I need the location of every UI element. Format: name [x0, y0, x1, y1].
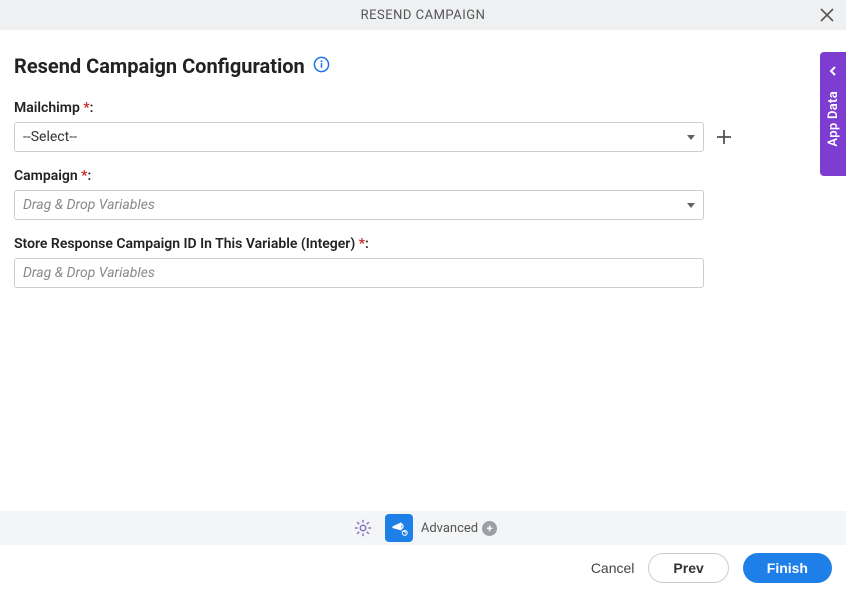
mailchimp-value: --Select-- — [23, 129, 681, 145]
settings-button[interactable] — [349, 514, 377, 542]
main-content: Resend Campaign Configuration Mailchimp … — [0, 30, 846, 288]
required-mark: * — [81, 168, 87, 184]
field-mailchimp: Mailchimp *: --Select-- — [14, 100, 832, 152]
field-campaign: Campaign *: Drag & Drop Variables — [14, 168, 832, 220]
field-store-response: Store Response Campaign ID In This Varia… — [14, 236, 832, 288]
store-response-placeholder: Drag & Drop Variables — [23, 265, 695, 281]
app-data-tab[interactable]: App Data — [820, 52, 846, 176]
campaign-tool-button[interactable] — [385, 514, 413, 542]
modal-title: RESEND CAMPAIGN — [361, 8, 486, 23]
store-response-label-text: Store Response Campaign ID In This Varia… — [14, 236, 359, 252]
store-response-input-row: Drag & Drop Variables — [14, 258, 832, 288]
bottom-toolbar: Advanced + — [0, 511, 846, 545]
info-icon[interactable] — [313, 56, 330, 77]
advanced-toggle[interactable]: Advanced + — [421, 521, 497, 536]
cancel-button[interactable]: Cancel — [591, 560, 635, 576]
campaign-label-text: Campaign — [14, 168, 81, 184]
prev-button[interactable]: Prev — [648, 553, 728, 583]
modal-titlebar: RESEND CAMPAIGN — [0, 0, 846, 30]
chevron-down-icon — [687, 135, 695, 140]
mailchimp-input-row: --Select-- — [14, 122, 832, 152]
plus-circle-icon: + — [482, 521, 497, 536]
store-response-input[interactable]: Drag & Drop Variables — [14, 258, 704, 288]
mailchimp-label-text: Mailchimp — [14, 100, 83, 116]
mailchimp-label: Mailchimp *: — [14, 100, 832, 116]
chevron-left-icon — [827, 62, 839, 81]
page-title: Resend Campaign Configuration — [14, 54, 305, 78]
advanced-label: Advanced — [421, 521, 478, 536]
add-mailchimp-button[interactable] — [714, 127, 734, 147]
campaign-label: Campaign *: — [14, 168, 832, 184]
chevron-down-icon — [687, 203, 695, 208]
page-heading-row: Resend Campaign Configuration — [14, 54, 832, 78]
mailchimp-select[interactable]: --Select-- — [14, 122, 704, 152]
close-icon[interactable] — [818, 6, 836, 24]
campaign-input[interactable]: Drag & Drop Variables — [14, 190, 704, 220]
campaign-input-row: Drag & Drop Variables — [14, 190, 832, 220]
finish-button[interactable]: Finish — [743, 553, 832, 583]
app-data-label: App Data — [826, 91, 841, 147]
campaign-placeholder: Drag & Drop Variables — [23, 197, 681, 213]
footer: Cancel Prev Finish — [0, 545, 846, 591]
required-mark: * — [83, 100, 89, 116]
store-response-label: Store Response Campaign ID In This Varia… — [14, 236, 832, 252]
required-mark: * — [359, 236, 365, 252]
